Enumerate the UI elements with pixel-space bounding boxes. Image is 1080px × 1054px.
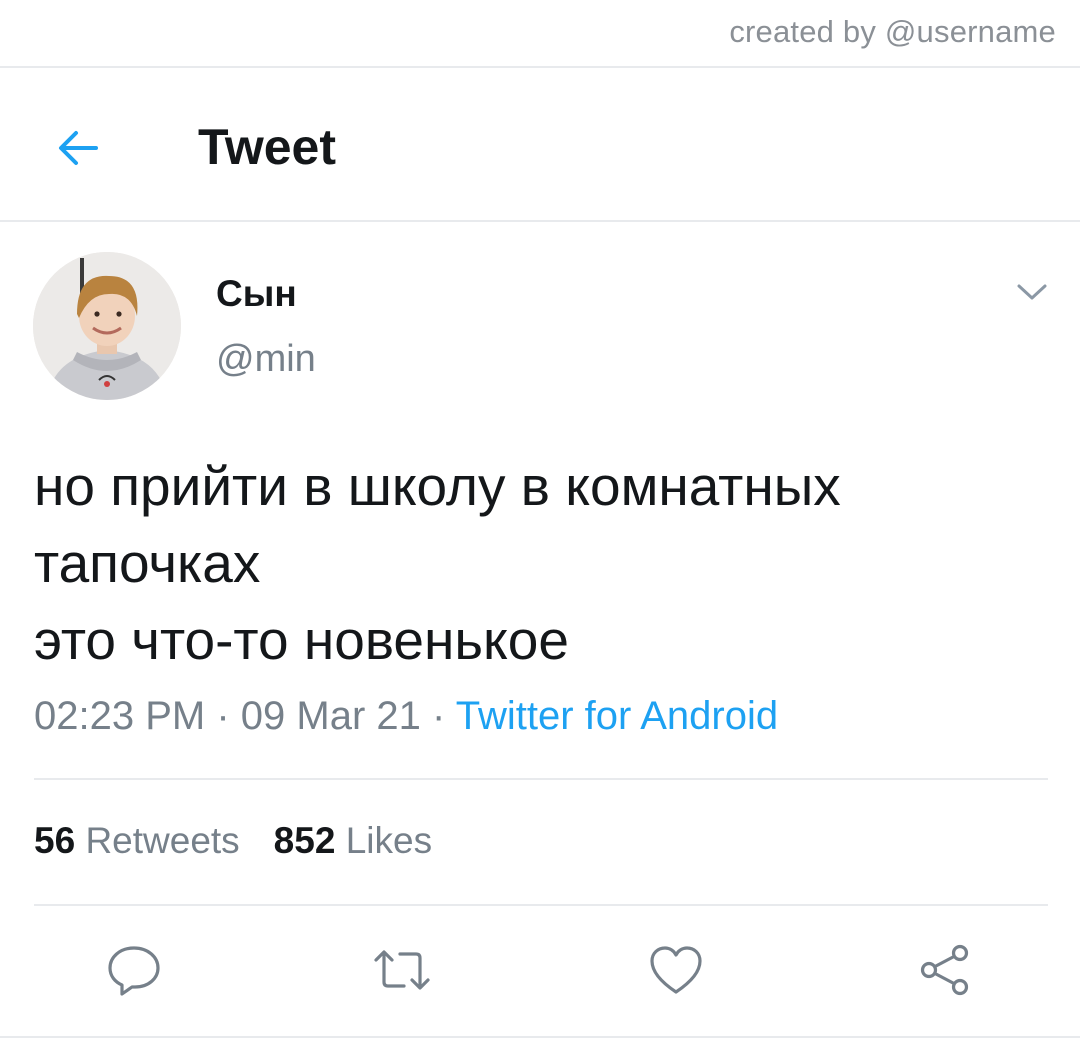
watermark-credit: created by @username xyxy=(729,14,1056,49)
likes-label: Likes xyxy=(345,820,433,861)
arrow-left-icon xyxy=(59,131,98,165)
like-button[interactable] xyxy=(644,938,708,1002)
retweet-icon xyxy=(374,950,430,990)
reply-button[interactable] xyxy=(102,938,166,1002)
divider xyxy=(0,66,1080,68)
display-name[interactable]: Сын xyxy=(216,273,297,315)
likes-count: 852 xyxy=(273,820,336,861)
tweet-text-line: тапочках xyxy=(34,532,261,594)
meta-separator: · xyxy=(432,694,446,738)
retweets-stat[interactable]: 56 Retweets xyxy=(34,820,240,861)
tweet-source-link[interactable]: Twitter for Android xyxy=(456,694,778,738)
page-title: Tweet xyxy=(198,119,336,175)
likes-stat[interactable]: 852 Likes xyxy=(274,820,432,861)
share-icon xyxy=(920,944,969,996)
tweet-text-line: это что-то новенькое xyxy=(34,609,569,671)
like-icon xyxy=(650,946,702,994)
chevron-down-icon xyxy=(1017,284,1047,300)
user-handle[interactable]: @min xyxy=(216,338,316,381)
divider xyxy=(0,1036,1080,1038)
tweet-text-line: но прийти в школу в комнатных xyxy=(34,455,841,517)
back-button[interactable] xyxy=(50,120,106,176)
share-button[interactable] xyxy=(912,938,976,1002)
retweet-button[interactable] xyxy=(370,938,434,1002)
meta-separator: · xyxy=(216,694,230,738)
retweets-count: 56 xyxy=(34,820,76,861)
tweet-stats: 56 Retweets 852 Likes xyxy=(34,820,432,862)
tweet-time: 02:23 PM xyxy=(34,694,206,738)
divider xyxy=(0,220,1080,222)
divider xyxy=(34,904,1048,906)
tweet-options-button[interactable] xyxy=(1012,276,1052,308)
retweets-label: Retweets xyxy=(85,820,240,861)
tweet-text: но прийти в школу в комнатных тапочках э… xyxy=(34,448,1044,679)
tweet-metadata: 02:23 PM · 09 Mar 21 · Twitter for Andro… xyxy=(34,694,778,739)
divider xyxy=(34,778,1048,780)
reply-icon xyxy=(108,946,160,996)
profile-photo xyxy=(33,252,181,400)
avatar[interactable] xyxy=(33,252,181,400)
tweet-date: 09 Mar 21 xyxy=(240,694,421,738)
